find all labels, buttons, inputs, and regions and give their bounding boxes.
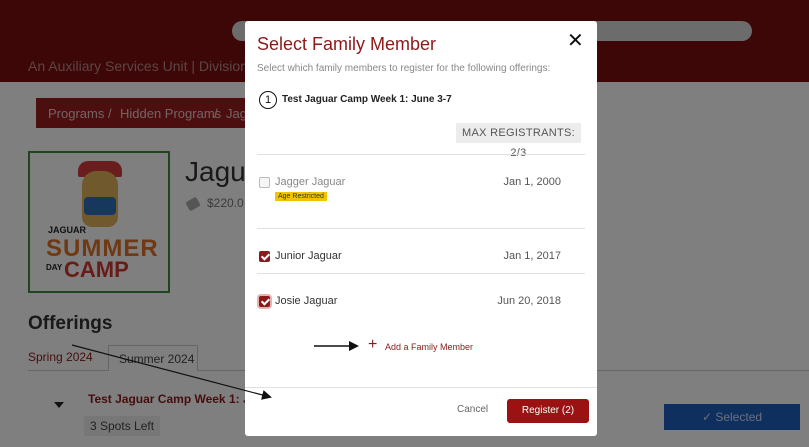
member-name: Josie Jaguar [275, 295, 338, 307]
member-dob: Jan 1, 2017 [503, 250, 562, 262]
plus-icon: + [368, 336, 378, 353]
family-member-row[interactable]: Jagger Jaguar Jan 1, 2000 Age Restricted [257, 174, 585, 201]
close-icon[interactable]: ✕ [567, 31, 584, 51]
offering-number-badge: 1 [259, 91, 277, 109]
divider [257, 273, 585, 274]
member-checkbox-junior[interactable] [259, 251, 270, 262]
register-button[interactable]: Register (2) [507, 399, 589, 423]
add-family-member-label: Add a Family Member [385, 342, 474, 352]
divider [257, 228, 585, 229]
member-name: Jagger Jaguar [275, 176, 346, 188]
member-dob: Jun 20, 2018 [497, 295, 561, 307]
member-checkbox-jagger[interactable] [259, 177, 270, 188]
family-member-row[interactable]: Junior Jaguar Jan 1, 2017 [257, 248, 585, 268]
family-member-row[interactable]: Josie Jaguar Jun 20, 2018 [257, 293, 585, 313]
dialog-instructions: Select which family members to register … [257, 63, 551, 74]
cancel-button[interactable]: Cancel [457, 404, 488, 415]
dialog-footer-divider [245, 387, 597, 388]
member-checkbox-josie[interactable] [259, 296, 270, 307]
select-family-member-dialog: Select Family Member ✕ Select which fami… [245, 21, 597, 436]
divider [257, 154, 585, 155]
age-restricted-badge: Age Restricted [275, 192, 327, 201]
member-dob: Jan 1, 2000 [503, 176, 562, 188]
dialog-title: Select Family Member [257, 34, 437, 54]
max-registrants-badge: MAX REGISTRANTS: 2/3 [456, 123, 581, 159]
offering-title: Test Jaguar Camp Week 1: June 3-7 [282, 94, 452, 105]
member-name: Junior Jaguar [275, 250, 342, 262]
